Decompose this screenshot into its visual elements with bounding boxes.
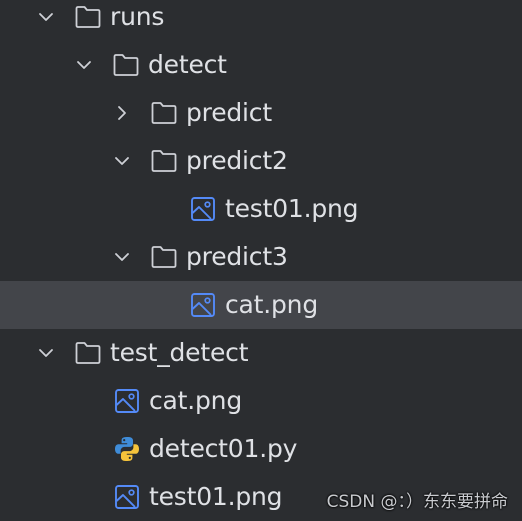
tree-item-test-detect[interactable]: test_detect [0,329,522,377]
tree-item-label: predict2 [186,146,288,175]
tree-item-label: test01.png [149,482,283,511]
tree-item-label: test01.png [225,194,359,223]
watermark: CSDN @：）东东要拼命 [326,492,508,512]
tree-item-label: predict [186,98,272,127]
tree-item-detect[interactable]: detect [0,41,522,89]
tree-item-runs[interactable]: runs [0,0,522,41]
project-tree: runs detect predict predict2 test01.png … [0,0,522,520]
folder-icon [150,243,178,271]
folder-icon [74,339,102,367]
chevron-right-icon[interactable] [111,102,133,124]
chevron-down-icon[interactable] [111,150,133,172]
tree-item-label: test_detect [110,338,249,367]
tree-item-label: predict3 [186,242,288,271]
tree-item-cat-png[interactable]: cat.png [0,377,522,425]
image-file-icon [189,291,217,319]
python-file-icon [113,435,141,463]
tree-item-label: runs [110,2,165,31]
tree-item-test01-png[interactable]: test01.png [0,185,522,233]
chevron-down-icon[interactable] [35,342,57,364]
chevron-down-icon[interactable] [35,6,57,28]
tree-item-detect01-py[interactable]: detect01.py [0,425,522,473]
folder-icon [150,147,178,175]
tree-item-label: cat.png [149,386,242,415]
image-file-icon [113,387,141,415]
chevron-down-icon[interactable] [111,246,133,268]
tree-item-label: detect01.py [149,434,298,463]
image-file-icon [189,195,217,223]
tree-item-label: detect [148,50,227,79]
tree-item-label: cat.png [225,290,318,319]
folder-icon [74,3,102,31]
tree-item-cat-png-selected[interactable]: cat.png [0,281,522,329]
folder-icon [150,99,178,127]
chevron-down-icon[interactable] [73,54,95,76]
image-file-icon [113,483,141,511]
tree-item-predict[interactable]: predict [0,89,522,137]
tree-item-predict3[interactable]: predict3 [0,233,522,281]
tree-item-predict2[interactable]: predict2 [0,137,522,185]
folder-icon [112,51,140,79]
